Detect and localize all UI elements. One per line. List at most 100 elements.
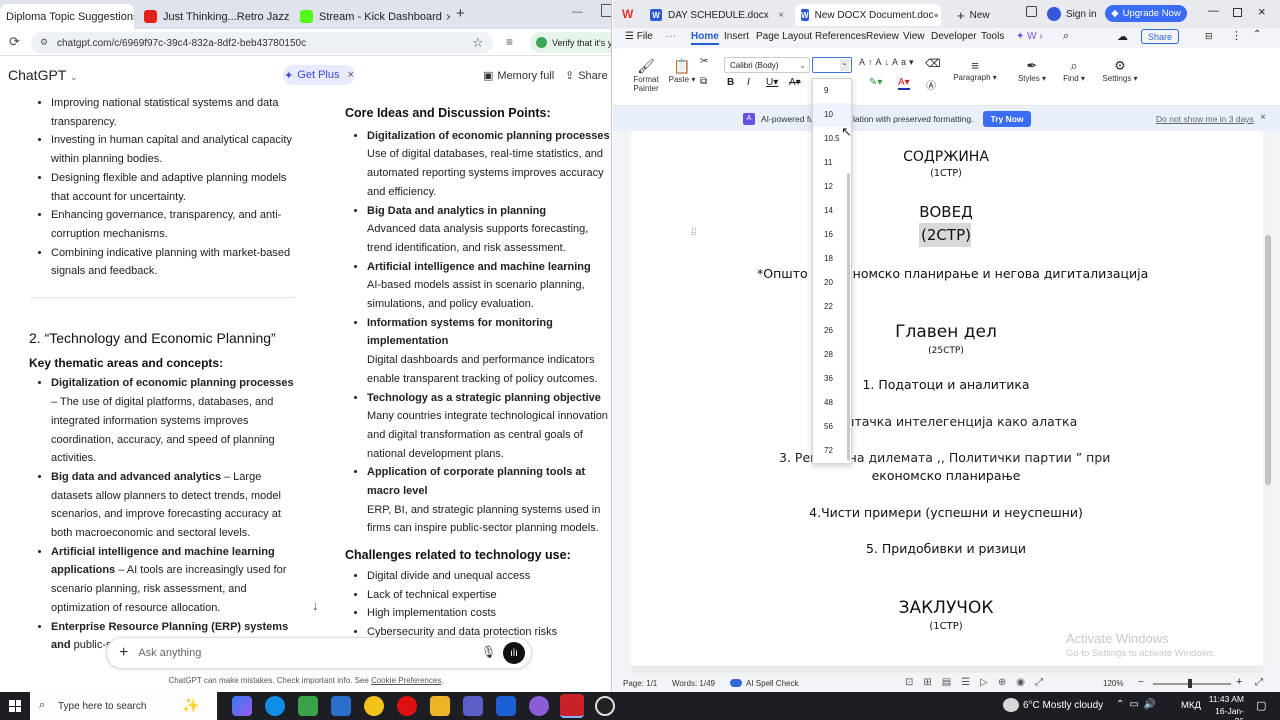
taskbar-search[interactable]: ⌕ Type here to search ✨ — [30, 692, 217, 720]
underline-icon[interactable]: U▾ — [766, 77, 778, 88]
font-size-option[interactable]: 12 — [813, 175, 851, 199]
fullscreen-icon[interactable]: ⤢ — [1255, 677, 1263, 688]
font-size-option[interactable]: 20 — [813, 271, 851, 295]
highlight-icon[interactable]: ✎▾ — [869, 77, 882, 88]
tab-new-docx[interactable]: W New DOCX Document.doc ● — [795, 4, 941, 26]
maximize-icon[interactable] — [1233, 8, 1242, 17]
discord-icon[interactable] — [529, 696, 549, 716]
font-size-option[interactable]: 72 — [813, 439, 851, 463]
tab-home[interactable]: Home — [691, 31, 719, 45]
plus-icon[interactable]: + — [119, 644, 128, 662]
memory-full-button[interactable]: ▣ Memory full — [483, 69, 554, 83]
share-button[interactable]: ⇪ Share — [565, 69, 608, 83]
store-icon[interactable] — [298, 696, 318, 716]
tab-retro-jazz[interactable]: Just Thinking...Retro Jazz - 🔊 × — [138, 4, 290, 29]
paste-button[interactable]: 📋 Paste ▾ — [668, 58, 696, 84]
copy-icon[interactable]: ⧉ — [700, 76, 707, 87]
font-size-option[interactable]: 28 — [813, 343, 851, 367]
window-layout-icon[interactable] — [1026, 6, 1037, 17]
font-size-option[interactable]: 22 — [813, 295, 851, 319]
zoom-slider[interactable] — [1153, 683, 1231, 685]
sign-in-button[interactable]: Sign in — [1047, 5, 1097, 23]
share-button[interactable]: Share — [1141, 29, 1179, 44]
horizontal-scrollbar[interactable] — [631, 666, 1263, 673]
wps-logo-icon[interactable]: W — [622, 7, 636, 21]
cut-icon[interactable]: ✂ — [700, 56, 708, 67]
clock-date[interactable]: 16-Jan-26 — [1206, 706, 1244, 720]
more-icon[interactable]: ⋮ — [1231, 29, 1242, 42]
word-icon[interactable] — [496, 696, 516, 716]
cloud-icon[interactable]: ☁ — [1117, 30, 1128, 43]
font-color-icon[interactable]: A▾ — [898, 77, 910, 90]
try-now-button[interactable]: Try Now — [983, 111, 1031, 127]
tab-page-layout[interactable]: Page Layout — [756, 31, 812, 42]
mail-icon[interactable] — [331, 696, 351, 716]
close-icon[interactable]: × — [1260, 112, 1266, 123]
dismiss-banner-link[interactable]: Do not show me in 3 days — [1156, 114, 1254, 124]
weather-text[interactable]: 6°C Mostly cloudy — [1023, 700, 1103, 711]
cookie-preferences-link[interactable]: Cookie Preferences — [371, 676, 441, 685]
chevron-down-icon[interactable]: ⌄ — [840, 59, 849, 71]
char-shading-icon[interactable]: Ⓐ — [926, 77, 936, 92]
new-tab-button[interactable]: + — [456, 5, 465, 22]
url-field[interactable]: ⚙ chatgpt.com/c/6969f97c-39c4-832a-8df2-… — [31, 32, 493, 54]
microphone-icon[interactable]: 🎙 — [481, 645, 496, 659]
layout-icon[interactable]: ⊟ — [1205, 31, 1213, 42]
menu-file[interactable]: ☰ File — [625, 31, 653, 42]
font-size-option[interactable]: 26 — [813, 319, 851, 343]
upgrade-now-button[interactable]: ◆ Upgrade Now — [1105, 5, 1187, 22]
copilot-icon[interactable] — [232, 696, 252, 716]
tab-view[interactable]: View — [903, 31, 925, 42]
minimize-icon[interactable]: — — [572, 6, 583, 18]
get-plus-button[interactable]: ✦ Get Plus × — [283, 65, 355, 85]
font-size-option[interactable]: 9 — [813, 79, 851, 103]
font-size-input[interactable]: ⌄ — [812, 57, 852, 73]
model-selector[interactable]: ChatGPT ⌄ — [8, 67, 78, 83]
document-page[interactable]: СОДРЖИНА (1СТР) ВОВЕД (2СТР) ⁞⁞ *Општо з… — [631, 131, 1263, 665]
close-icon[interactable]: × — [347, 69, 353, 81]
chrome-icon[interactable] — [364, 696, 384, 716]
close-icon[interactable]: × — [1258, 4, 1266, 19]
tab-diploma-topic-suggestions[interactable]: Diploma Topic Suggestions × — [0, 4, 134, 29]
format-painter-button[interactable]: 🖌 Format Painter — [631, 58, 661, 93]
close-icon[interactable]: × — [778, 10, 784, 21]
system-tray-icons[interactable]: ⌃▭🔊 — [1116, 699, 1161, 710]
more-icon[interactable]: ··· — [666, 31, 676, 42]
vertical-scrollbar[interactable] — [1265, 135, 1273, 665]
star-icon[interactable]: ☆ — [472, 35, 484, 51]
styles-button[interactable]: ✒ Styles ▾ — [1015, 58, 1049, 83]
font-size-option[interactable]: 36 — [813, 367, 851, 391]
scrollbar-thumb[interactable] — [1265, 235, 1271, 485]
bold-icon[interactable]: B — [727, 77, 734, 88]
font-size-option[interactable]: 18 — [813, 247, 851, 271]
voice-mode-icon[interactable]: ılı — [503, 642, 525, 664]
font-name-dropdown[interactable]: Calibri (Body) ⌄ — [724, 57, 810, 73]
reload-icon[interactable]: ⟳ — [9, 34, 20, 50]
tab-insert[interactable]: Insert — [724, 31, 749, 42]
zoom-slider-thumb[interactable] — [1188, 679, 1192, 688]
italic-icon[interactable]: I — [747, 77, 750, 88]
zoom-level[interactable]: 120% — [1103, 679, 1123, 688]
clear-format-icon[interactable]: ⌫ — [925, 57, 941, 70]
tab-review[interactable]: Review — [866, 31, 899, 42]
tab-search-icon[interactable]: ≡ — [506, 35, 513, 49]
font-size-option[interactable]: 48 — [813, 391, 851, 415]
edge-icon[interactable] — [265, 696, 285, 716]
site-info-icon[interactable]: ⚙ — [40, 37, 48, 48]
find-button[interactable]: ⌕ Find ▾ — [1059, 58, 1089, 83]
paragraph-button[interactable]: ≡ Paragraph ▾ — [951, 58, 999, 82]
message-composer[interactable]: + Ask anything 🎙 ılı — [106, 637, 532, 669]
verify-chip[interactable]: Verify that it's you — [530, 32, 611, 53]
page-count[interactable]: Page: 1/1 — [623, 679, 657, 688]
weather-icon[interactable] — [1003, 698, 1019, 712]
font-size-option[interactable]: 16 — [813, 223, 851, 247]
strikethrough-icon[interactable]: A▾ — [789, 77, 801, 88]
opera-icon[interactable] — [397, 696, 417, 716]
tab-wps-ai[interactable]: ✦ W › — [1016, 31, 1043, 42]
obs-icon[interactable] — [595, 696, 615, 716]
maximize-icon[interactable] — [601, 4, 611, 17]
input-language[interactable]: МКД — [1181, 700, 1201, 711]
notification-icon[interactable]: ▢ — [1256, 699, 1266, 712]
drag-handle-icon[interactable]: ⁞⁞ — [691, 227, 697, 238]
word-count[interactable]: Words: 1/49 — [672, 679, 715, 688]
